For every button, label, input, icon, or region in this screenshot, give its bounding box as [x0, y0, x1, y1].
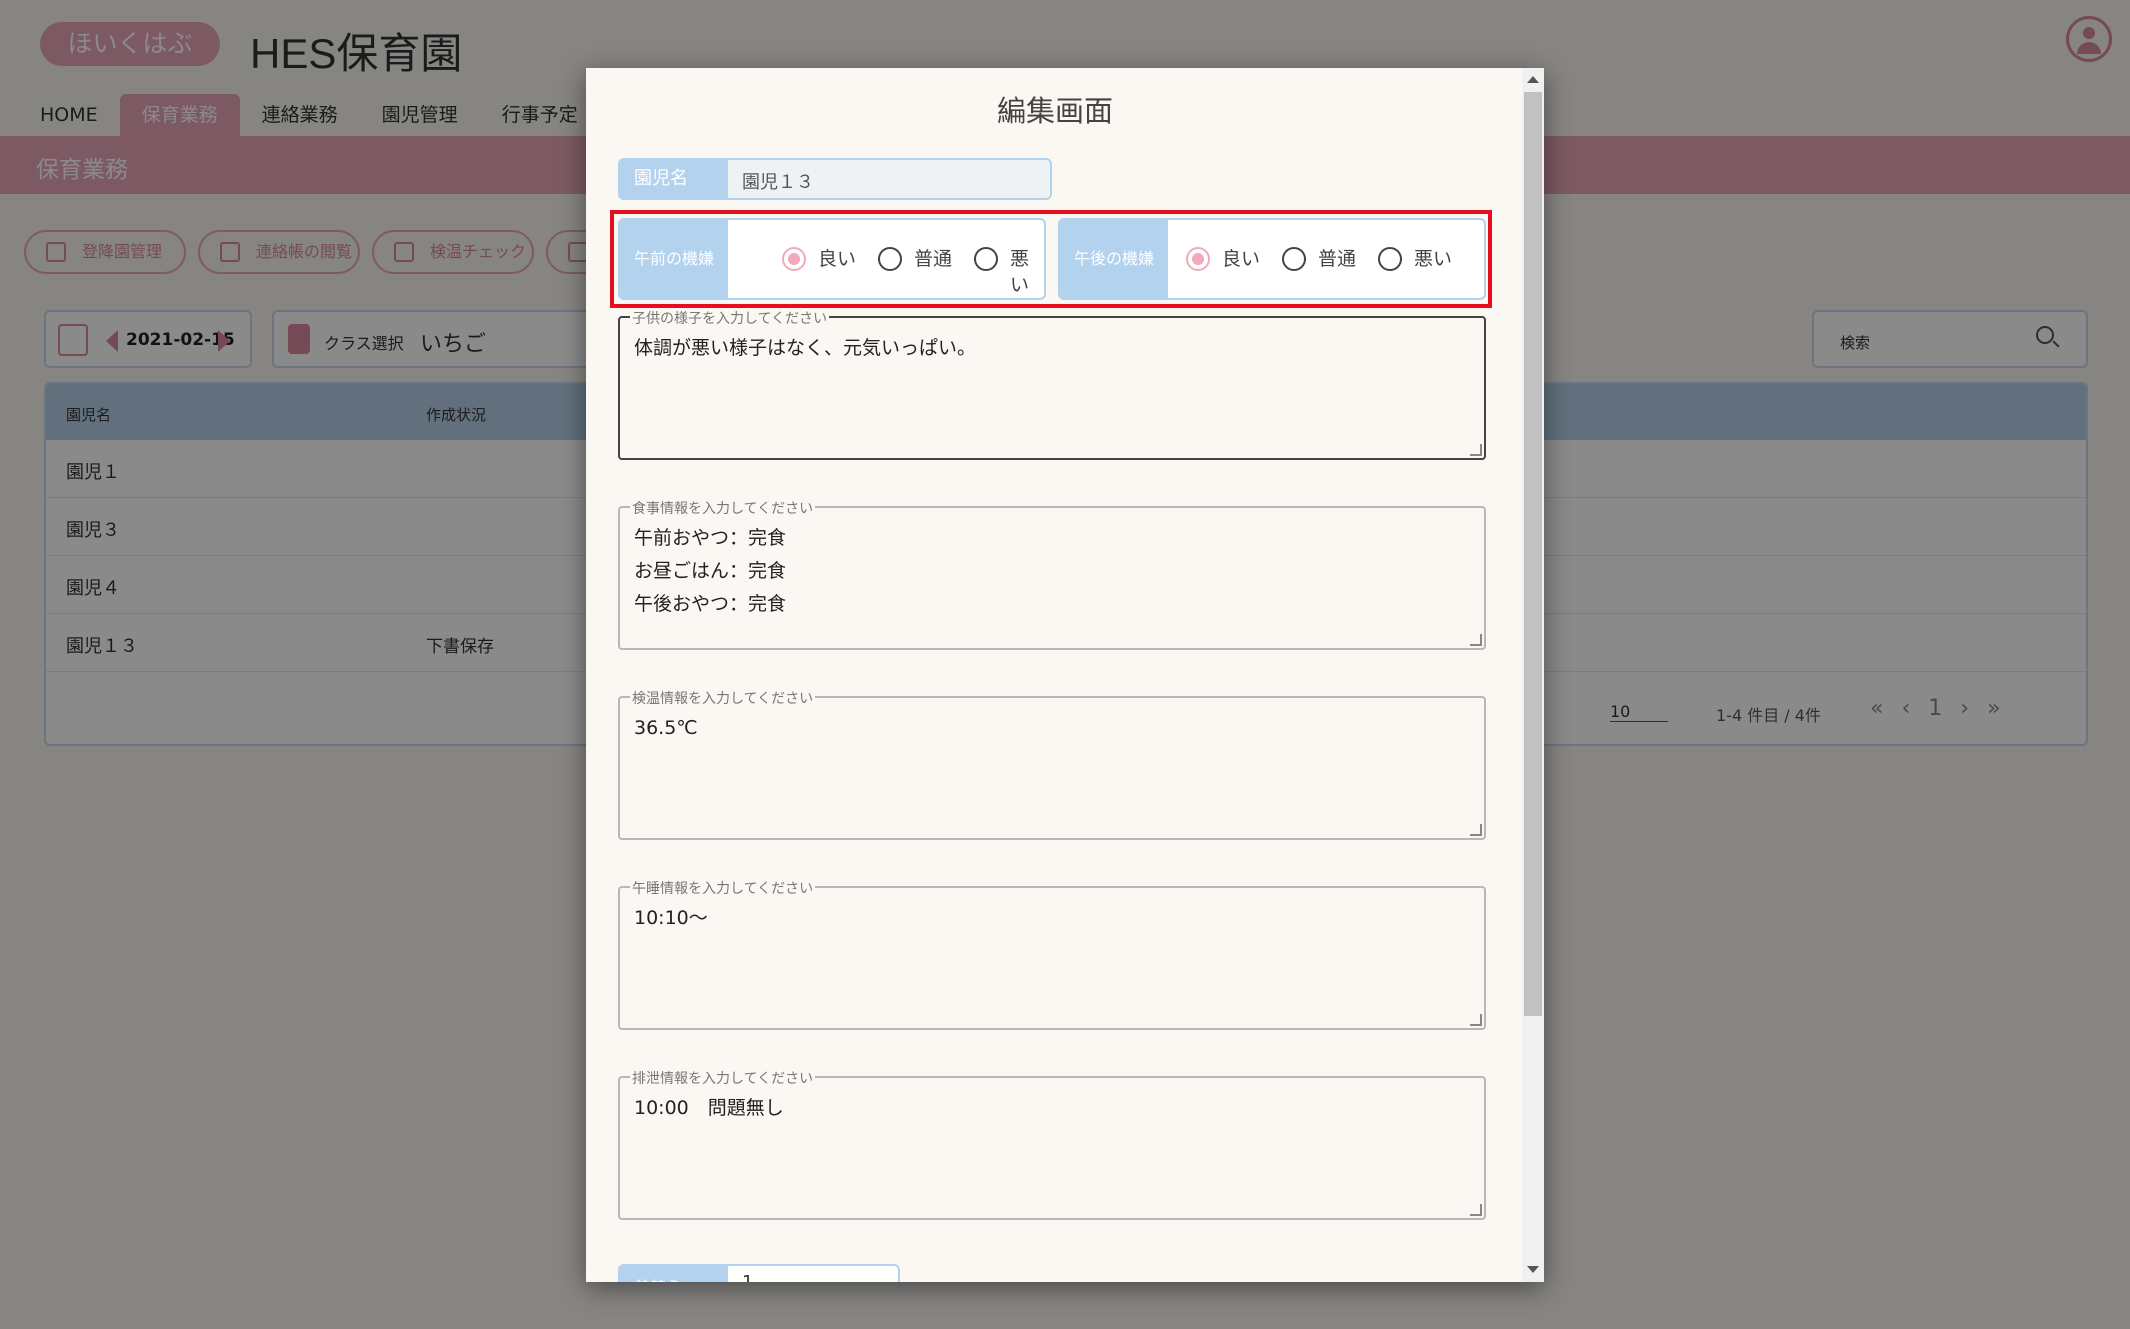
resize-grip-icon[interactable] [1470, 824, 1482, 836]
modal-scrollbar[interactable] [1522, 68, 1544, 1282]
nap-legend: 午睡情報を入力してください [630, 878, 816, 898]
child-name-field: 園児名 園児１３ [618, 158, 1052, 200]
radio-checked-icon [1186, 247, 1210, 271]
am-mood-normal-radio[interactable]: 普通 [878, 246, 952, 272]
meal-textarea[interactable]: 食事情報を入力してください 午前おやつ：完食 お昼ごはん：完食 午後おやつ：完食 [618, 498, 1486, 650]
resize-grip-icon[interactable] [1470, 444, 1482, 456]
resize-grip-icon[interactable] [1470, 634, 1482, 646]
am-mood-bad-radio[interactable]: 悪い [974, 246, 1044, 296]
pm-mood-normal-radio[interactable]: 普通 [1282, 246, 1356, 272]
child-name-label: 園児名 [620, 160, 728, 198]
nap-textarea[interactable]: 午睡情報を入力してください 10:10〜 [618, 878, 1486, 1030]
change-clothes-label: 着替え [620, 1266, 728, 1282]
meal-value: 午前おやつ：完食 お昼ごはん：完食 午後おやつ：完食 [634, 527, 787, 615]
scroll-up-icon[interactable] [1527, 76, 1539, 83]
excretion-legend: 排泄情報を入力してください [630, 1068, 816, 1088]
condition-legend: 子供の様子を入力してください [630, 308, 830, 328]
am-mood-group: 午前の機嫌 良い 普通 悪い [618, 218, 1046, 300]
temperature-textarea[interactable]: 検温情報を入力してください 36.5℃ [618, 688, 1486, 840]
modal-title: 編集画面 [996, 94, 1113, 128]
am-mood-label: 午前の機嫌 [620, 220, 728, 298]
pm-mood-label: 午後の機嫌 [1060, 220, 1168, 298]
resize-grip-icon[interactable] [1470, 1204, 1482, 1216]
excretion-textarea[interactable]: 排泄情報を入力してください 10:00 問題無し [618, 1068, 1486, 1220]
radio-unchecked-icon [1378, 247, 1402, 271]
excretion-value: 10:00 問題無し [634, 1097, 784, 1119]
change-clothes-value: 1 [742, 1272, 753, 1282]
condition-textarea[interactable]: 子供の様子を入力してください 体調が悪い様子はなく、元気いっぱい。 [618, 308, 1486, 460]
am-mood-good-radio[interactable]: 良い [782, 246, 856, 272]
pm-mood-group: 午後の機嫌 良い 普通 悪い [1058, 218, 1486, 300]
meal-legend: 食事情報を入力してください [630, 498, 816, 518]
temperature-value: 36.5℃ [634, 717, 698, 739]
scroll-thumb[interactable] [1524, 92, 1542, 1016]
scroll-down-icon[interactable] [1527, 1266, 1539, 1273]
resize-grip-icon[interactable] [1470, 1014, 1482, 1026]
pm-mood-bad-radio[interactable]: 悪い [1378, 246, 1452, 272]
radio-unchecked-icon [974, 247, 998, 271]
pm-mood-good-radio[interactable]: 良い [1186, 246, 1260, 272]
temperature-legend: 検温情報を入力してください [630, 688, 816, 708]
nap-value: 10:10〜 [634, 907, 708, 929]
change-clothes-field[interactable]: 着替え 1 [618, 1264, 900, 1282]
radio-unchecked-icon [878, 247, 902, 271]
child-name-value: 園児１３ [742, 172, 814, 193]
radio-checked-icon [782, 247, 806, 271]
edit-modal: 編集画面 園児名 園児１３ 午前の機嫌 良い 普通 悪い 午後の機嫌 良い 普通 [586, 68, 1544, 1282]
radio-unchecked-icon [1282, 247, 1306, 271]
condition-value: 体調が悪い様子はなく、元気いっぱい。 [634, 337, 977, 359]
